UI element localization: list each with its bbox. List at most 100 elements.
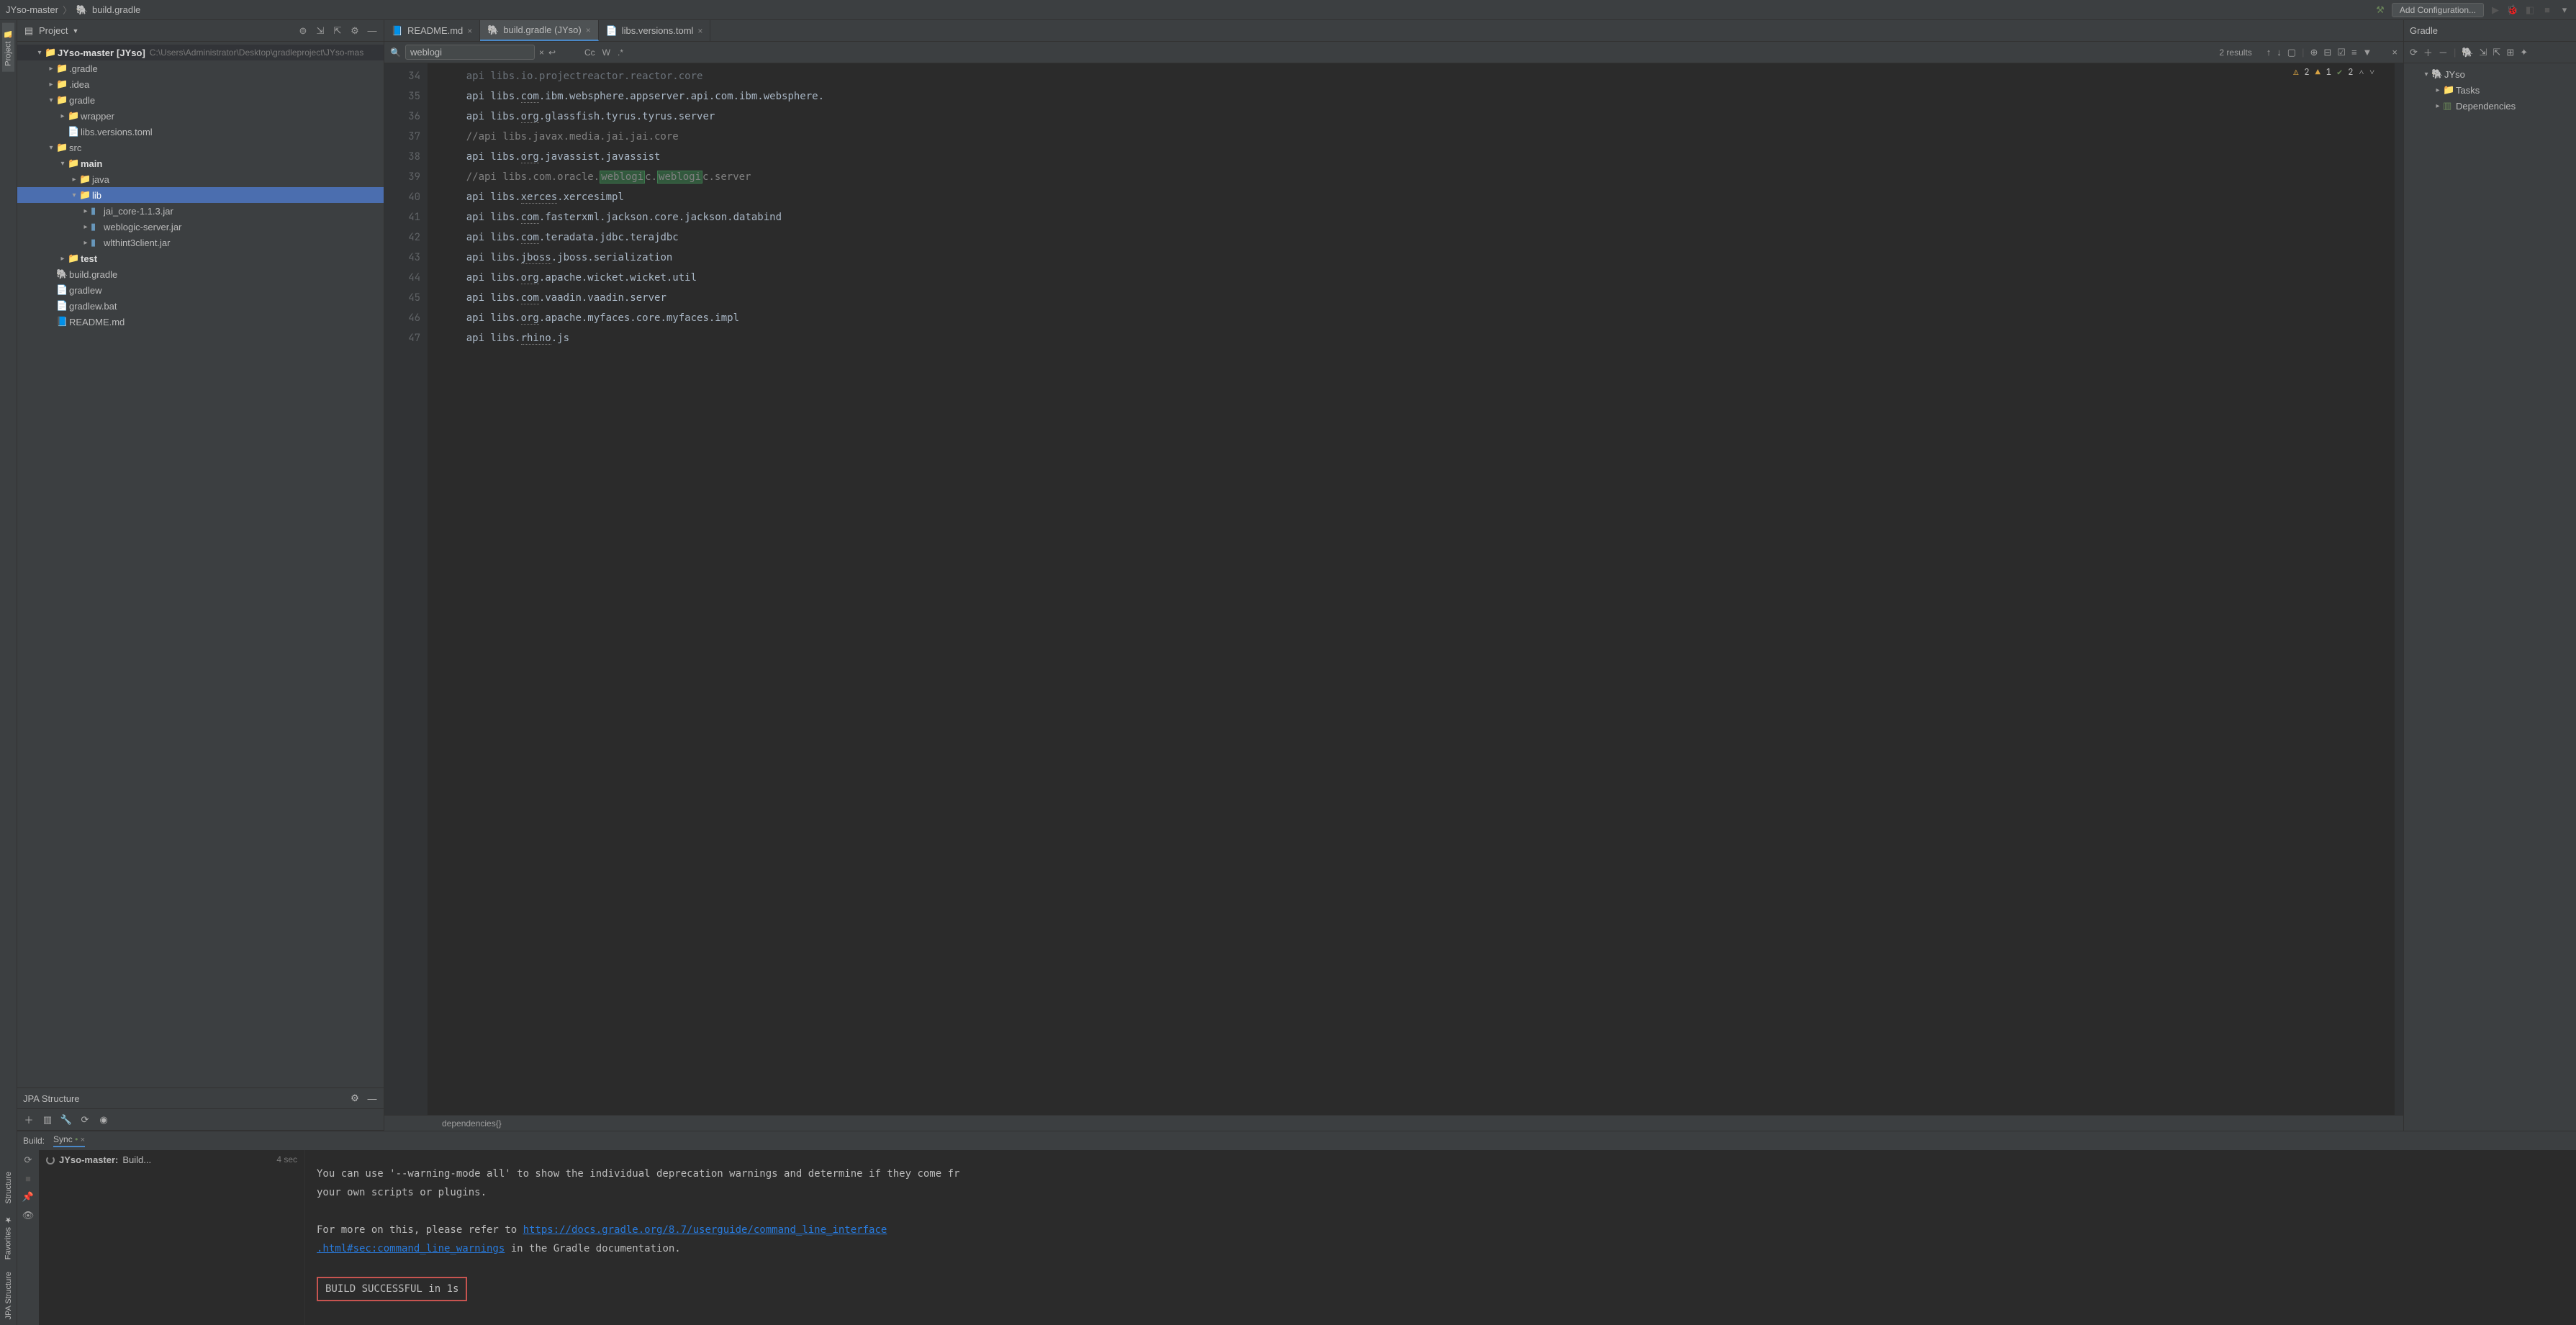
close-icon[interactable]: × [697, 26, 702, 36]
inspection-widget[interactable]: ⚠2 ▲1 ✔2 ˄ ˅ [2293, 66, 2374, 78]
project-tool-tab[interactable]: Project 📁 [2, 23, 14, 72]
gradle-tree[interactable]: ▾🐘JYso ▸📁Tasks ▸▥Dependencies [2404, 63, 2576, 117]
tree-root-suffix: [JYso] [117, 48, 145, 58]
chevron-up-icon[interactable]: ˄ [2359, 66, 2364, 78]
add-selection-icon[interactable]: ⊕ [2310, 47, 2318, 58]
tab-libs-versions[interactable]: 📄 libs.versions.toml × [599, 20, 711, 41]
tree-item-gradlew-bat[interactable]: 📄gradlew.bat [17, 298, 384, 314]
code-editor[interactable]: 34 35 36 37 38 39 40 41 42 43 44 45 46 4… [384, 63, 2403, 1115]
alt-icon[interactable]: ◉ [98, 1114, 109, 1126]
next-match-icon[interactable]: ↓ [2277, 47, 2282, 58]
add-icon[interactable]: ＋ [23, 1114, 35, 1126]
words-toggle[interactable]: W [602, 48, 610, 58]
minimize-icon[interactable]: — [366, 1093, 378, 1104]
editor-breadcrumb[interactable]: dependencies{} [384, 1115, 2403, 1131]
project-tree[interactable]: ▾📁 JYso-master [JYso] C:\Users\Administr… [17, 42, 384, 1087]
tree-item-build-gradle[interactable]: 🐘build.gradle [17, 266, 384, 282]
project-icon: ▤ [23, 25, 35, 37]
match-case-toggle[interactable]: Cc [584, 48, 595, 58]
expand-icon[interactable]: ⇲ [315, 25, 326, 37]
hammer-icon[interactable]: ⚒ [2374, 4, 2386, 16]
structure-tool-tab[interactable]: Structure [3, 1166, 14, 1210]
refresh-icon[interactable]: ⟳ [79, 1114, 91, 1126]
gradle-tasks[interactable]: ▸📁Tasks [2404, 82, 2576, 98]
close-icon[interactable]: × [586, 25, 591, 35]
gradle-root[interactable]: ▾🐘JYso [2404, 66, 2576, 82]
close-icon[interactable]: × [467, 26, 472, 36]
code-content[interactable]: api libs.io.projectreactor.reactor.core … [428, 63, 2395, 1115]
build-console[interactable]: You can use '--warning-mode all' to show… [305, 1150, 2576, 1325]
error-stripe[interactable] [2395, 63, 2403, 1115]
tree-item-src[interactable]: ▾📁src [17, 140, 384, 155]
favorites-tool-tab[interactable]: Favorites ★ [2, 1209, 14, 1265]
chevron-down-icon[interactable]: ▼ [72, 27, 78, 35]
tree-item-libs-versions[interactable]: 📄libs.versions.toml [17, 124, 384, 140]
chevron-down-icon[interactable]: ˅ [2369, 66, 2374, 78]
more-icon[interactable]: ▾ [2559, 4, 2570, 16]
pin-icon[interactable]: 📌 [22, 1191, 34, 1203]
tree-item-lib[interactable]: ▾📁lib [17, 187, 384, 203]
stop-icon[interactable]: ■ [2541, 4, 2553, 16]
prev-match-icon[interactable]: ↑ [2267, 47, 2272, 58]
jpa-tool-tab[interactable]: JPA Structure [3, 1266, 14, 1325]
history-icon[interactable]: ↩ [548, 48, 556, 58]
doc-link-2[interactable]: .html#sec:command_line_warnings [317, 1243, 505, 1254]
gear-icon[interactable]: ⚙ [349, 25, 361, 37]
tree-item-idea[interactable]: ▸📁.idea [17, 76, 384, 92]
line-num: 41 [384, 207, 420, 227]
breadcrumb-file[interactable]: build.gradle [92, 4, 140, 15]
target-icon[interactable]: ⊚ [297, 25, 309, 37]
tree-item-readme[interactable]: 📘README.md [17, 314, 384, 330]
search-input[interactable] [405, 45, 535, 60]
eye-icon[interactable]: 👁 [22, 1210, 35, 1221]
refresh-icon[interactable]: ⟳ [2410, 47, 2418, 58]
tab-readme[interactable]: 📘 README.md × [384, 20, 480, 41]
line-num: 35 [384, 86, 420, 107]
code-line: api libs.org.apache.myfaces.core.myfaces… [442, 308, 2395, 328]
tree-item-gradlew[interactable]: 📄gradlew [17, 282, 384, 298]
tree-item-gradle[interactable]: ▾📁gradle [17, 92, 384, 108]
collapse-icon[interactable]: ⇱ [2493, 47, 2500, 58]
opt2-icon[interactable]: ⊟ [2323, 47, 2331, 58]
select-all-icon[interactable]: ▢ [2287, 47, 2296, 58]
minimize-icon[interactable]: — [366, 25, 378, 37]
run-icon[interactable]: ▶ [2490, 4, 2501, 16]
doc-link[interactable]: https://docs.gradle.org/8.7/userguide/co… [523, 1224, 887, 1236]
tree-item-gradle-dot[interactable]: ▸📁.gradle [17, 60, 384, 76]
opt4-icon[interactable]: ≡ [2351, 47, 2357, 58]
add-icon[interactable]: ＋ [2423, 45, 2433, 59]
close-search-icon[interactable]: × [2392, 47, 2398, 58]
gradle-deps[interactable]: ▸▥Dependencies [2404, 98, 2576, 114]
execute-icon[interactable]: 🐘 [2462, 47, 2473, 58]
tool-icon[interactable]: ✦ [2520, 47, 2528, 58]
tree-item-test[interactable]: ▸📁test [17, 250, 384, 266]
regex-toggle[interactable]: .* [618, 48, 623, 58]
clear-icon[interactable]: × [539, 48, 544, 58]
expand-icon[interactable]: ⇲ [2480, 47, 2487, 58]
tree-item-jai-core[interactable]: ▸▮jai_core-1.1.3.jar [17, 203, 384, 219]
coverage-icon[interactable]: ◧ [2524, 4, 2536, 16]
build-tab-sync[interactable]: Sync • × [53, 1134, 85, 1147]
tree-item-wlthint3[interactable]: ▸▮wlthint3client.jar [17, 235, 384, 250]
stop-icon[interactable]: ■ [25, 1173, 31, 1184]
breadcrumb-root[interactable]: JYso-master [6, 4, 58, 15]
sync-icon[interactable]: ⟳ [24, 1154, 32, 1166]
remove-icon[interactable]: － [2439, 45, 2448, 59]
tree-item-main[interactable]: ▾📁main [17, 155, 384, 171]
tree-item-java[interactable]: ▸📁java [17, 171, 384, 187]
filter-icon[interactable]: ▼ [2363, 47, 2372, 58]
opt3-icon[interactable]: ☑ [2337, 47, 2346, 58]
tree-root[interactable]: ▾📁 JYso-master [JYso] C:\Users\Administr… [17, 45, 384, 60]
gear-icon[interactable]: ⚙ [349, 1093, 361, 1104]
add-configuration-button[interactable]: Add Configuration... [2392, 3, 2484, 17]
wrench-icon[interactable]: 🔧 [60, 1114, 72, 1126]
collapse-icon[interactable]: ⇱ [332, 25, 343, 37]
code-line: api libs.com.ibm.websphere.appserver.api… [442, 86, 2395, 107]
tab-build-gradle[interactable]: 🐘 build.gradle (JYso) × [480, 20, 598, 41]
tree-item-wrapper[interactable]: ▸📁wrapper [17, 108, 384, 124]
debug-icon[interactable]: 🐞 [2507, 4, 2518, 16]
tree-item-weblogic[interactable]: ▸▮weblogic-server.jar [17, 219, 384, 235]
line-num: 38 [384, 147, 420, 167]
link-icon[interactable]: ⊞ [2506, 47, 2514, 58]
db-icon[interactable]: ▥ [42, 1114, 53, 1126]
